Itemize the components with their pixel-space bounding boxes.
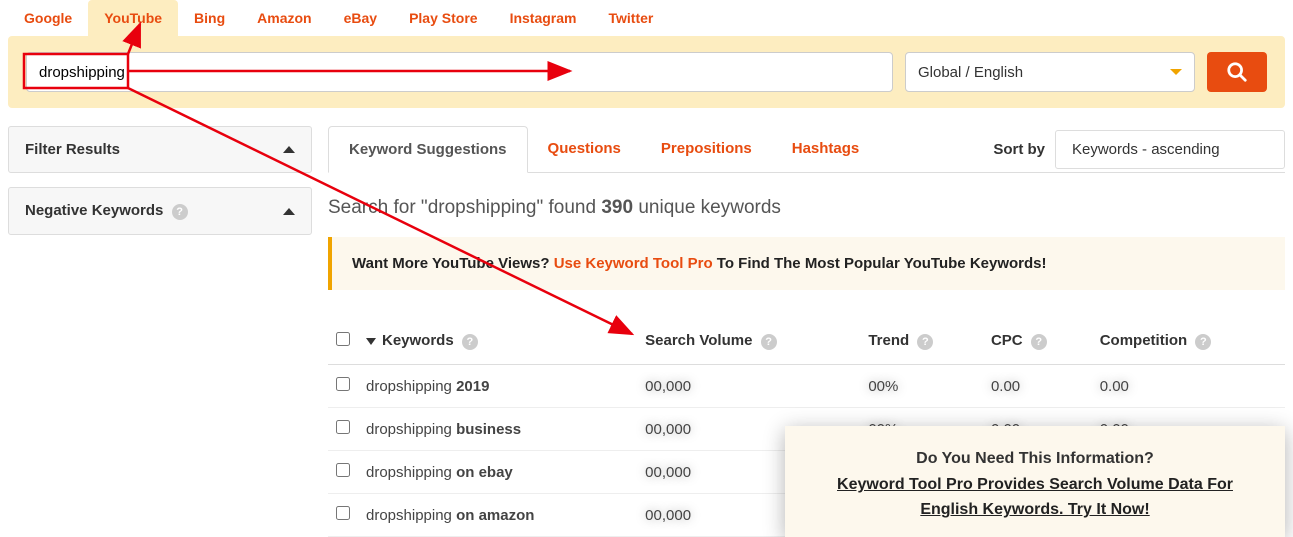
col-volume[interactable]: Search Volume ? [637,318,860,365]
sort-select[interactable]: Keywords - ascending [1055,130,1285,169]
platform-tabs: Google YouTube Bing Amazon eBay Play Sto… [8,0,1293,36]
col-keywords[interactable]: Keywords ? [358,318,637,365]
search-icon [1226,61,1248,83]
cpc-cell: 0.00 [983,365,1092,408]
subtab-questions[interactable]: Questions [528,126,641,172]
keyword-cell: dropshipping on amazon [358,494,637,537]
volume-cell: 00,000 [637,365,860,408]
caret-down-icon [1170,69,1182,75]
keyword-input[interactable] [26,52,893,92]
subtab-prepositions[interactable]: Prepositions [641,126,772,172]
filter-results-label: Filter Results [25,141,120,158]
tab-youtube[interactable]: YouTube [88,0,178,36]
search-bar: Global / English [8,36,1285,108]
keyword-cell: dropshipping on ebay [358,451,637,494]
chevron-up-icon [283,208,295,215]
help-icon: ? [172,204,188,220]
table-row: dropshipping 2019 00,000 00% 0.00 0.00 [328,365,1285,408]
sort-desc-icon [366,338,376,345]
popup-link[interactable]: Keyword Tool Pro Provides Search Volume … [837,476,1233,519]
sidebar: Filter Results Negative Keywords ? [0,126,320,537]
tab-instagram[interactable]: Instagram [494,0,593,36]
subtab-suggestions[interactable]: Keyword Suggestions [328,126,528,173]
help-icon: ? [1195,334,1211,350]
help-icon: ? [761,334,777,350]
locale-select[interactable]: Global / English [905,52,1195,92]
popup-cta[interactable]: . Try It Now! [1059,501,1150,518]
promo-banner: Want More YouTube Views? Use Keyword Too… [328,237,1285,290]
filter-results-panel: Filter Results [8,126,312,173]
search-button[interactable] [1207,52,1267,92]
results-heading: Search for "dropshipping" found 390 uniq… [328,197,1285,219]
subtab-hashtags[interactable]: Hashtags [772,126,880,172]
negative-keywords-toggle[interactable]: Negative Keywords ? [9,188,311,234]
filter-results-toggle[interactable]: Filter Results [9,127,311,172]
tab-google[interactable]: Google [8,0,88,36]
main-content: Keyword Suggestions Questions Prepositio… [320,126,1293,537]
tab-ebay[interactable]: eBay [328,0,393,36]
row-checkbox[interactable] [336,377,350,391]
col-cpc[interactable]: CPC ? [983,318,1092,365]
popup-heading: Do You Need This Information? [809,446,1261,472]
result-subtabs: Keyword Suggestions Questions Prepositio… [328,126,879,172]
competition-cell: 0.00 [1092,365,1285,408]
negative-keywords-label: Negative Keywords [25,202,163,219]
help-icon: ? [1031,334,1047,350]
trend-cell: 00% [860,365,983,408]
help-icon: ? [917,334,933,350]
tab-playstore[interactable]: Play Store [393,0,493,36]
col-trend[interactable]: Trend ? [860,318,983,365]
negative-keywords-panel: Negative Keywords ? [8,187,312,235]
help-icon: ? [462,334,478,350]
promo-link[interactable]: Use Keyword Tool Pro [554,255,713,272]
keyword-cell: dropshipping 2019 [358,365,637,408]
tab-twitter[interactable]: Twitter [592,0,669,36]
row-checkbox[interactable] [336,420,350,434]
chevron-up-icon [283,146,295,153]
tab-amazon[interactable]: Amazon [241,0,327,36]
select-all-checkbox[interactable] [336,332,350,346]
locale-value: Global / English [918,64,1023,81]
sort-label: Sort by [993,141,1045,158]
row-checkbox[interactable] [336,506,350,520]
tab-bing[interactable]: Bing [178,0,241,36]
upsell-popup: Do You Need This Information? Keyword To… [785,426,1285,537]
row-checkbox[interactable] [336,463,350,477]
col-competition[interactable]: Competition ? [1092,318,1285,365]
keyword-cell: dropshipping business [358,408,637,451]
